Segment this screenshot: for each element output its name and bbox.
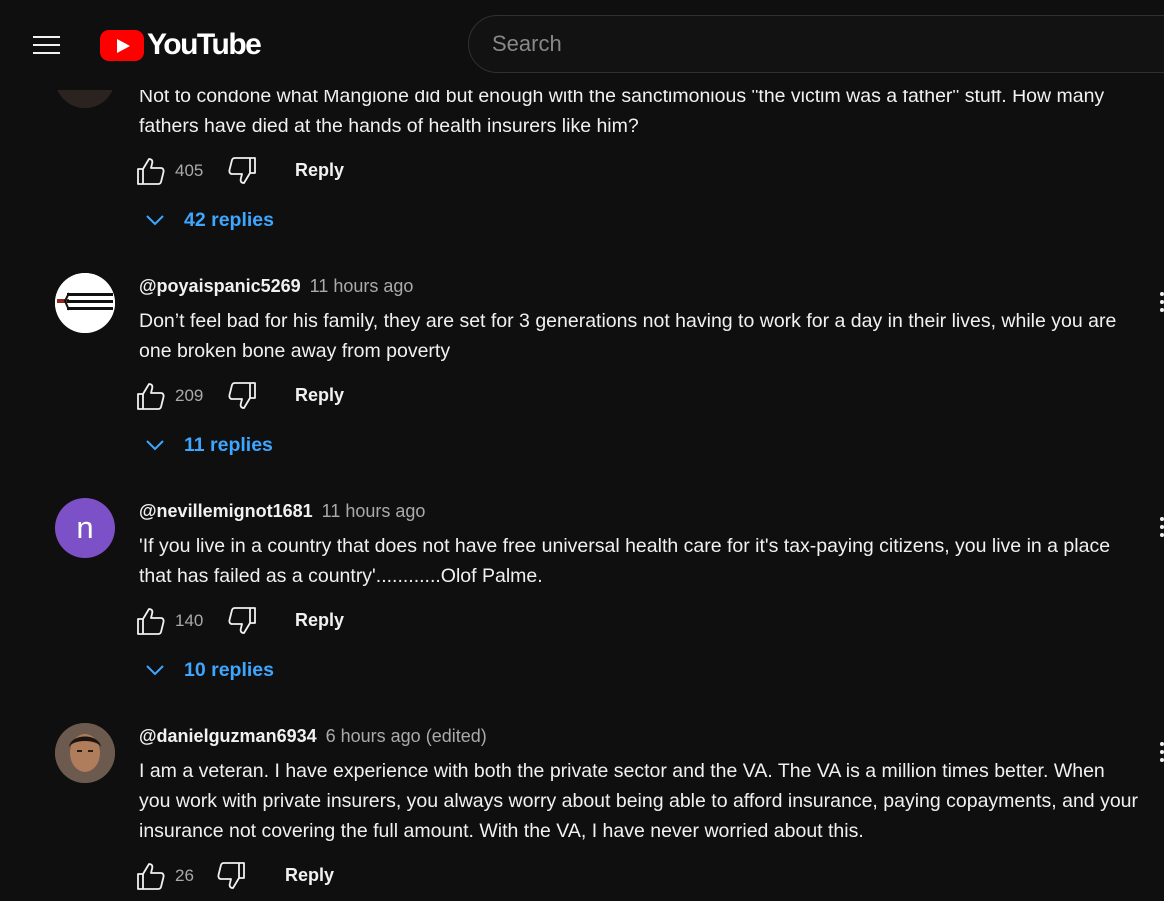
masthead: YouTube xyxy=(0,0,1164,90)
search-input[interactable] xyxy=(468,15,1164,73)
comment-author[interactable]: @poyaispanic5269 xyxy=(139,276,301,296)
comment-header: @nevillemignot1681 11 hours ago xyxy=(139,501,425,522)
comment-header: @poyaispanic5269 11 hours ago xyxy=(139,276,413,297)
more-options-icon[interactable] xyxy=(1160,740,1164,764)
replies-count-label: 42 replies xyxy=(184,209,274,231)
replies-count-label: 10 replies xyxy=(184,659,274,681)
more-options-icon[interactable] xyxy=(1160,290,1164,314)
like-count: 140 xyxy=(175,611,204,630)
comment-author[interactable]: @danielguzman6934 xyxy=(139,726,317,746)
dislike-icon[interactable] xyxy=(227,606,257,636)
comment-text: I am a veteran. I have experience with b… xyxy=(139,760,1139,842)
dislike-icon[interactable] xyxy=(227,381,257,411)
avatar[interactable] xyxy=(55,273,115,333)
reply-button[interactable]: Reply xyxy=(295,610,344,631)
chevron-down-icon xyxy=(146,665,164,676)
like-icon[interactable] xyxy=(136,606,166,636)
like-count: 405 xyxy=(175,161,204,180)
avatar[interactable]: n xyxy=(55,498,115,558)
replies-count-label: 11 replies xyxy=(184,434,273,456)
avatar[interactable] xyxy=(55,723,115,783)
youtube-play-icon xyxy=(100,29,144,61)
comment-timestamp[interactable]: 6 hours ago (edited) xyxy=(326,726,487,746)
hamburger-menu-icon[interactable] xyxy=(26,25,68,67)
like-count: 209 xyxy=(175,386,204,405)
chevron-down-icon xyxy=(146,215,164,226)
comment-header: @danielguzman6934 6 hours ago (edited) xyxy=(139,726,487,747)
like-icon[interactable] xyxy=(136,861,166,891)
reply-button[interactable]: Reply xyxy=(295,160,344,181)
chevron-down-icon xyxy=(146,440,164,451)
like-count: 26 xyxy=(175,866,194,885)
dislike-icon[interactable] xyxy=(227,156,257,186)
reply-button[interactable]: Reply xyxy=(295,385,344,406)
comment-author[interactable]: @nevillemignot1681 xyxy=(139,501,313,521)
reply-button[interactable]: Reply xyxy=(285,865,334,886)
comment-text: 'If you live in a country that does not … xyxy=(139,535,1111,587)
dislike-icon[interactable] xyxy=(216,861,246,891)
comment-timestamp[interactable]: 11 hours ago xyxy=(322,501,426,521)
like-icon[interactable] xyxy=(136,381,166,411)
comment-timestamp[interactable]: 11 hours ago xyxy=(310,276,414,296)
more-options-icon[interactable] xyxy=(1160,515,1164,539)
youtube-logo[interactable]: YouTube xyxy=(100,28,262,62)
comment-text: Not to condone what Mangione did but eno… xyxy=(139,85,1105,137)
logo-text: YouTube xyxy=(147,28,262,61)
like-icon[interactable] xyxy=(136,156,166,186)
comment-text: Don’t feel bad for his family, they are … xyxy=(139,310,1117,362)
